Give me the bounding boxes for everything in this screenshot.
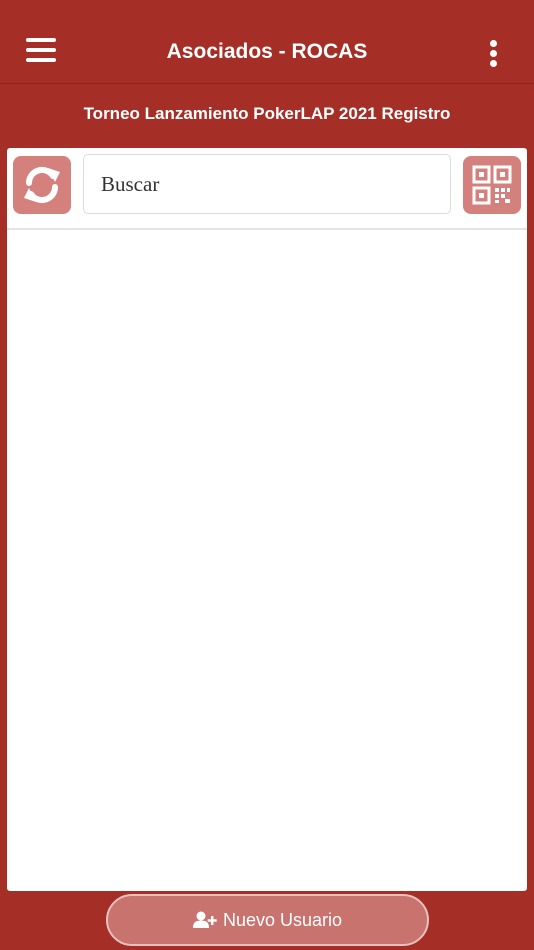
- refresh-button[interactable]: [13, 156, 71, 214]
- qr-code-icon: [472, 165, 512, 205]
- search-input[interactable]: [83, 154, 451, 214]
- page-title: Asociados - ROCAS: [166, 40, 368, 63]
- results-list[interactable]: [7, 230, 527, 891]
- new-user-button[interactable]: Nuevo Usuario: [106, 894, 429, 946]
- user-plus-icon: [192, 911, 217, 928]
- event-subtitle: Torneo Lanzamiento PokerLAP 2021 Registr…: [83, 104, 451, 123]
- search-bar: [7, 148, 527, 230]
- app-screen: Asociados - ROCAS Torneo Lanzamiento Pok…: [0, 0, 534, 950]
- qr-scan-button[interactable]: [463, 156, 521, 214]
- refresh-icon: [24, 166, 60, 204]
- vertical-dots-icon[interactable]: [490, 40, 502, 68]
- content-panel: [7, 148, 527, 891]
- app-header: Asociados - ROCAS: [0, 0, 534, 84]
- new-user-label: Nuevo Usuario: [222, 909, 343, 930]
